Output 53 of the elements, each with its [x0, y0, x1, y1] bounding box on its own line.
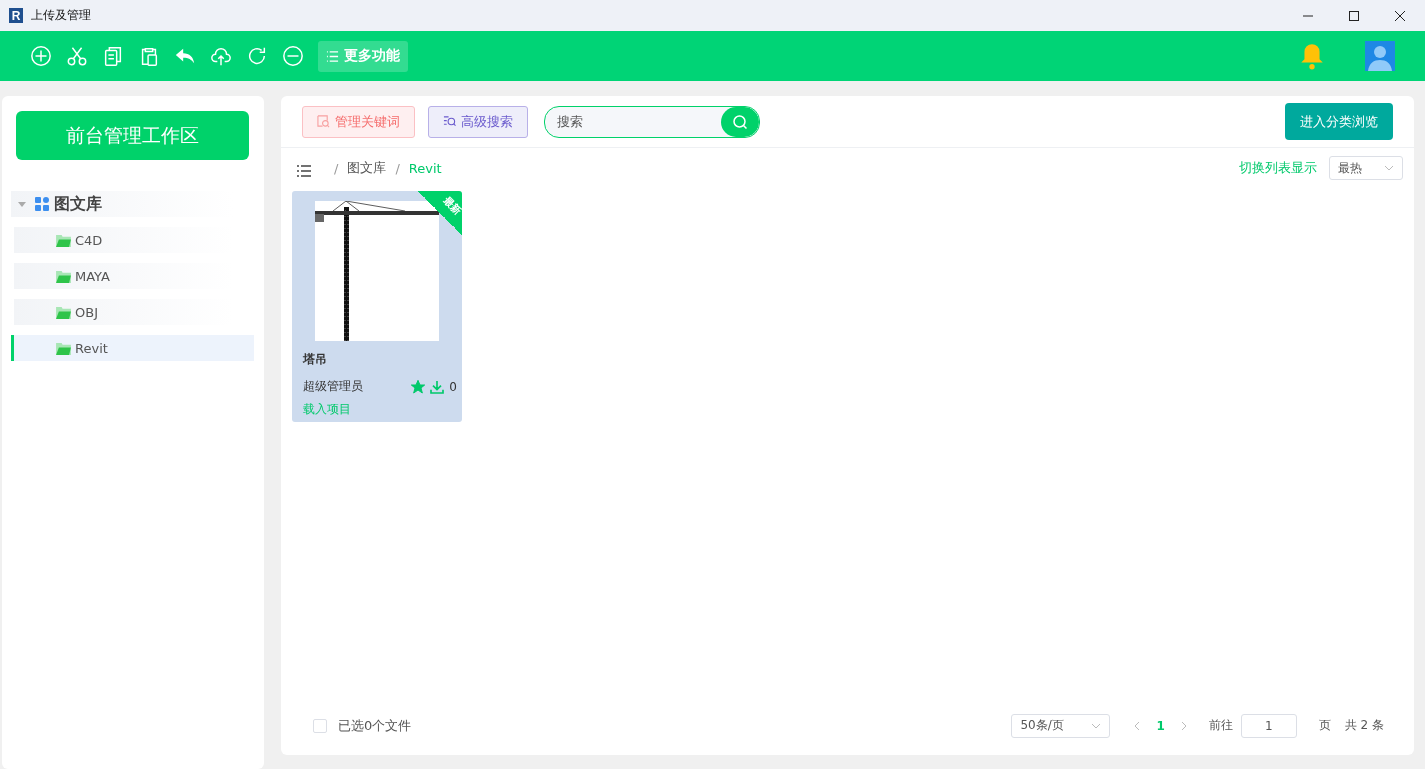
tree-label: OBJ — [75, 304, 98, 320]
sort-select[interactable]: 最热 — [1329, 156, 1403, 180]
page-size-select[interactable]: 50条/页 — [1011, 713, 1111, 738]
search-document-icon — [317, 115, 330, 128]
search-icon — [732, 113, 748, 130]
cloud-upload-icon[interactable] — [210, 45, 232, 67]
menu-icon[interactable] — [297, 165, 311, 177]
search-input[interactable]: 搜索 — [545, 113, 721, 130]
previous-page-icon[interactable] — [1134, 720, 1141, 731]
grid-icon — [35, 197, 49, 211]
card-title: 塔吊 — [303, 351, 328, 368]
app-logo: R — [9, 8, 23, 23]
caret-icon[interactable] — [17, 199, 27, 209]
selected-count-label: 已选0个文件 — [338, 716, 412, 735]
author-name: 超级管理员 — [303, 378, 363, 395]
select-all-checkbox[interactable] — [313, 718, 327, 733]
download-count: 0 — [449, 379, 457, 394]
breadcrumb-item[interactable]: 图文库 — [347, 159, 387, 177]
folder-icon — [56, 233, 71, 247]
bell-icon[interactable] — [1299, 42, 1325, 70]
copy-icon[interactable] — [102, 45, 124, 67]
tree-label: C4D — [75, 232, 103, 248]
add-icon[interactable] — [30, 45, 52, 67]
tree-label: MAYA — [75, 268, 110, 284]
search-button[interactable] — [721, 106, 759, 137]
chevron-down-icon — [1091, 722, 1102, 729]
goto-label: 前往 — [1208, 717, 1233, 734]
list-icon — [326, 49, 339, 63]
close-icon[interactable] — [1394, 9, 1406, 22]
folder-icon — [56, 269, 71, 283]
breadcrumb-separator: / — [395, 160, 400, 176]
next-page-icon[interactable] — [1180, 720, 1187, 731]
total-count: 共 2 条 — [1344, 717, 1384, 734]
advanced-search-button[interactable]: 高级搜索 — [428, 105, 528, 138]
folder-icon — [56, 341, 71, 355]
scissors-icon[interactable] — [66, 45, 88, 67]
window-title: 上传及管理 — [31, 7, 92, 24]
chevron-down-icon — [1384, 165, 1394, 171]
page-unit-label: 页 — [1318, 717, 1331, 734]
tree-label: Revit — [75, 340, 108, 356]
search-list-icon — [443, 115, 456, 128]
download-icon[interactable] — [429, 378, 446, 395]
folder-icon — [56, 305, 71, 319]
search-field[interactable]: 搜索 — [544, 105, 760, 138]
tree-item[interactable]: Revit — [11, 335, 254, 361]
redo-icon[interactable] — [246, 45, 268, 67]
avatar-icon[interactable] — [1365, 41, 1395, 71]
page-input[interactable]: 1 — [1240, 713, 1297, 738]
tree-label: 图文库 — [54, 193, 102, 215]
remove-icon[interactable] — [282, 45, 304, 67]
maximize-icon[interactable] — [1348, 9, 1360, 22]
star-icon[interactable] — [410, 378, 427, 395]
breadcrumb-separator: / — [334, 160, 339, 176]
